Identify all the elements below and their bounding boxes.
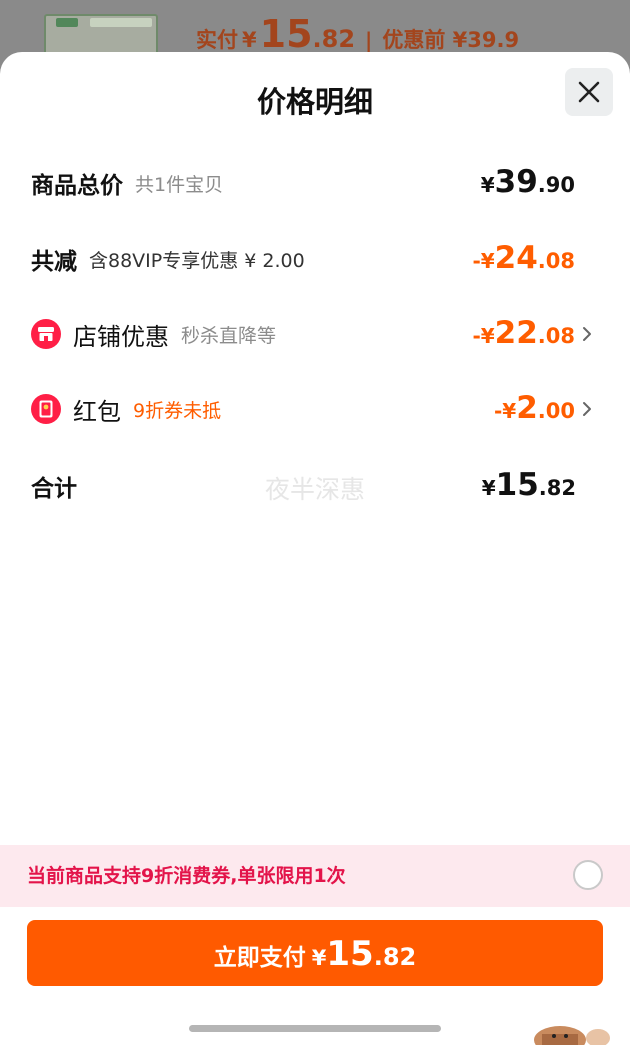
amount-int: 22: [494, 315, 538, 351]
thumb-tag: [56, 18, 78, 27]
amount-prefix: ¥: [480, 173, 495, 197]
row-store-sub: 秒杀直降等: [181, 324, 277, 347]
amount-dec: .00: [537, 399, 575, 423]
row-store-amount: -¥ 22 .08: [472, 309, 575, 359]
amount-dec: .08: [537, 249, 575, 273]
bg-pay-dec: .82: [312, 25, 356, 53]
bg-pay-int: 15: [259, 12, 313, 56]
row-store-left: 店铺优惠 秒杀直降等: [31, 309, 276, 359]
thumb-tag: [90, 18, 152, 27]
row-store-label: 店铺优惠: [73, 322, 169, 351]
row-total-left: 商品总价 共1件宝贝: [31, 158, 223, 208]
pay-now-int: 15: [326, 934, 374, 974]
amount-prefix: -¥: [472, 324, 495, 348]
amount-prefix: -¥: [494, 399, 517, 423]
amount-dec: .90: [537, 173, 575, 197]
amount-int: 24: [494, 240, 538, 276]
bg-original-price: 优惠前 ¥39.9: [382, 28, 520, 52]
row-red-packet[interactable]: 红包 9折券未抵 -¥ 2 .00: [0, 384, 630, 434]
coupon-radio[interactable]: [573, 860, 603, 890]
row-store-discount[interactable]: 店铺优惠 秒杀直降等 -¥ 22 .08: [0, 309, 630, 359]
row-total-label: 商品总价: [31, 173, 123, 199]
row-discount-amount: -¥ 24 .08: [472, 234, 575, 284]
close-icon: [578, 81, 600, 103]
pay-now-dec: .82: [373, 943, 417, 971]
close-button[interactable]: [565, 68, 613, 116]
row-total-amount: ¥ 39 .90: [481, 158, 575, 208]
page: 实付 ¥ 15 .82 | 优惠前 ¥39.9 价格明细 商品总价 共1件宝贝 …: [0, 0, 630, 1045]
bg-separator: |: [365, 28, 373, 52]
row-discount-label: 共减: [31, 249, 77, 275]
red-packet-glyph: [39, 400, 53, 418]
amount-dec: .08: [537, 324, 575, 348]
bg-pay-label: 实付: [196, 28, 238, 52]
row-discount: 共减 含88VIP专享优惠 ¥ 2.00 -¥ 24 .08: [0, 234, 630, 284]
row-total: 商品总价 共1件宝贝 ¥ 39 .90: [0, 158, 630, 208]
row-total-sub: 共1件宝贝: [135, 173, 224, 196]
sheet-title: 价格明细: [256, 85, 373, 119]
coupon-notice-bar[interactable]: 当前商品支持9折消费券,单张限用1次: [0, 845, 630, 907]
pay-now-button[interactable]: 立即支付 ¥ 15 .82: [27, 920, 603, 986]
bg-pay-yen: ¥: [242, 28, 257, 52]
amount-int: 2: [516, 390, 538, 426]
row-redpacket-label: 红包: [73, 397, 121, 426]
watermark: 夜半深惠: [264, 475, 365, 504]
row-discount-left: 共减 含88VIP专享优惠 ¥ 2.00: [31, 234, 305, 284]
store-icon: [31, 319, 61, 349]
amount-prefix: -¥: [472, 249, 495, 273]
red-packet-icon: [31, 394, 61, 424]
pay-now-yen: ¥: [311, 946, 327, 970]
home-indicator[interactable]: [189, 1025, 441, 1032]
chevron-right-icon: [583, 402, 591, 416]
row-redpacket-sub: 9折券未抵: [133, 399, 222, 422]
coupon-notice-text: 当前商品支持9折消费券,单张限用1次: [27, 865, 346, 887]
mascot-icon: [534, 1026, 610, 1045]
store-icon-glyph: [38, 327, 54, 341]
row-discount-sub: 含88VIP专享优惠 ¥ 2.00: [89, 249, 305, 272]
amount-int: 39: [494, 164, 538, 200]
row-redpacket-amount: -¥ 2 .00: [494, 384, 575, 434]
chevron-right-icon: [583, 327, 591, 341]
row-redpacket-left: 红包 9折券未抵: [31, 384, 221, 434]
pay-now-label: 立即支付: [213, 945, 306, 971]
background-price: 实付 ¥ 15 .82 | 优惠前 ¥39.9: [196, 12, 520, 56]
